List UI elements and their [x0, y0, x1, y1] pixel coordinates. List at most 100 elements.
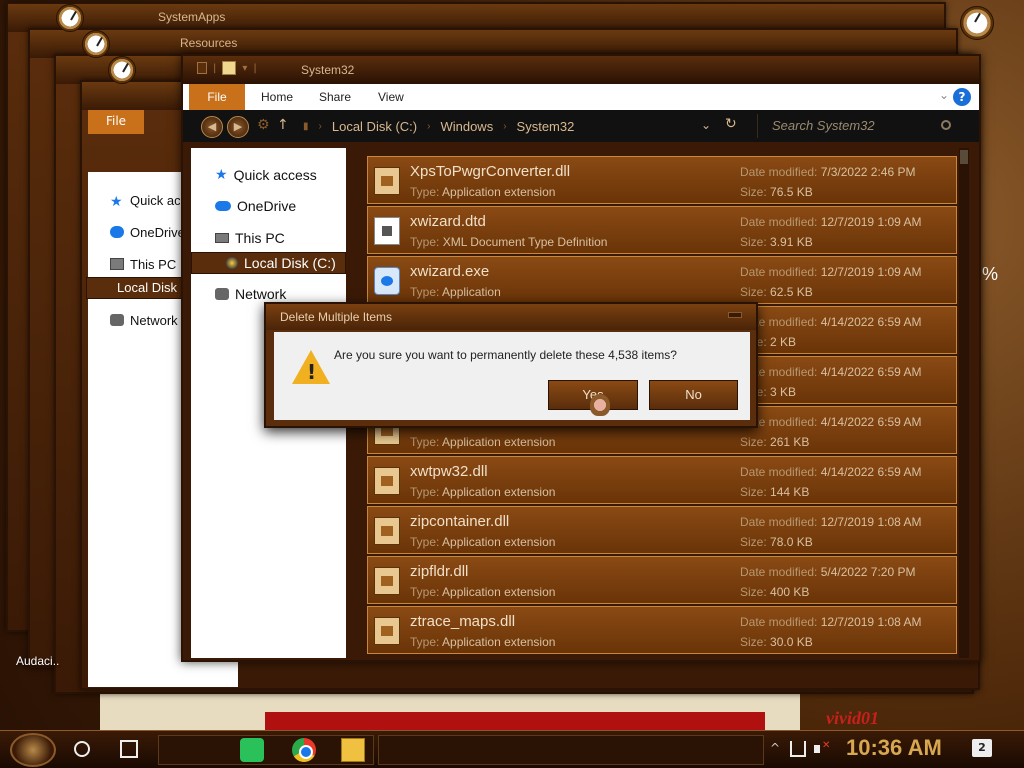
bg-nav-this-pc[interactable]: This PC [110, 257, 182, 272]
dll-file-icon [374, 517, 400, 545]
file-type: Type: Application [410, 285, 501, 299]
scrollbar[interactable] [959, 148, 969, 658]
window-title: System32 [301, 63, 355, 77]
file-row[interactable]: XpsToPwgrConverter.dll Type: Application … [367, 156, 957, 204]
volume-muted-icon[interactable] [814, 740, 830, 757]
disk-icon [226, 257, 238, 269]
network-icon [110, 314, 124, 326]
forward-button[interactable]: ▶ [227, 116, 249, 138]
delete-confirmation-dialog[interactable]: Delete Multiple Items ! Are you sure you… [264, 302, 758, 428]
dropdown-icon[interactable]: ▾ [242, 63, 247, 74]
properties-icon[interactable] [197, 62, 207, 74]
dll-file-icon [374, 567, 400, 595]
address-bar: ◀ ▶ ⚙ ↑ ▮ › Local Disk (C:) › Windows › … [183, 110, 979, 142]
folder-icon: ▮ [303, 120, 309, 132]
dll-file-icon [374, 167, 400, 195]
help-icon[interactable]: ? [953, 88, 971, 106]
sidebar-item-network[interactable]: Network [215, 286, 286, 302]
application-icon [374, 267, 400, 295]
pc-icon [215, 233, 229, 243]
gauge-icon [108, 56, 136, 84]
file-row[interactable]: xwizard.exe Type: Application Date modifie… [367, 256, 957, 304]
breadcrumb-windows[interactable]: Windows [440, 119, 493, 134]
bg-nav-network[interactable]: Network [110, 313, 182, 328]
start-button[interactable] [10, 733, 56, 767]
search-button[interactable] [74, 741, 90, 757]
close-icon[interactable] [728, 312, 742, 318]
desktop-wallpaper-stripe [265, 712, 765, 732]
document-file-icon [374, 217, 400, 245]
chevron-right-icon[interactable]: › [503, 121, 506, 132]
file-date: Date modified: 12/7/2019 1:09 AM [740, 265, 922, 279]
audacity-desktop-label[interactable]: Audaci.. [16, 654, 59, 668]
folder-icon[interactable] [222, 61, 237, 75]
desktop-percent-label: % [982, 264, 999, 284]
tab-share[interactable]: Share [319, 90, 351, 104]
file-size: Size: 400 KB [740, 585, 810, 599]
breadcrumb[interactable]: ▮ › Local Disk (C:) › Windows › System32 [303, 114, 723, 138]
gauge-icon [960, 6, 994, 40]
chevron-right-icon[interactable]: › [427, 121, 430, 132]
pc-icon [110, 258, 124, 270]
sidebar-item-local-disk[interactable]: Local Disk (C:) [191, 252, 346, 274]
sidebar-item-quick-access[interactable]: ★ Quick access [215, 166, 317, 183]
bg-nav-quick-access[interactable]: ★Quick access [110, 193, 180, 208]
file-date: Date modified: 7/3/2022 2:46 PM [740, 165, 916, 179]
task-view-button[interactable] [120, 740, 138, 758]
expand-ribbon-icon[interactable]: ⌄ [939, 88, 949, 102]
refresh-icon[interactable]: ↻ [725, 116, 737, 132]
recent-locations-icon[interactable]: ⚙ [257, 117, 270, 133]
file-date: Date modified: 4/14/2022 6:59 AM [740, 365, 922, 379]
tab-home[interactable]: Home [261, 90, 293, 104]
gauge-icon [56, 4, 84, 32]
taskbar: ^ 10:36 AM 2 [0, 730, 1024, 768]
sidebar-item-onedrive[interactable]: OneDrive [215, 198, 296, 214]
file-row[interactable]: xwizard.dtd Type: XML Document Type Defin… [367, 206, 957, 254]
file-name: xwtpw32.dll [410, 463, 488, 480]
chrome-icon[interactable] [292, 738, 316, 762]
separator-icon: | [253, 62, 257, 74]
gauge-icon [82, 30, 110, 58]
network-tray-icon[interactable] [790, 741, 806, 757]
file-explorer-icon[interactable] [341, 738, 365, 762]
chevron-down-icon[interactable]: ⌄ [701, 118, 711, 132]
file-tab[interactable]: File [189, 84, 245, 110]
file-date: Date modified: 5/4/2022 7:20 PM [740, 565, 916, 579]
up-arrow-icon[interactable]: ↑ [277, 117, 289, 133]
star-icon: ★ [215, 166, 228, 182]
clock[interactable]: 10:36 AM [846, 735, 942, 761]
chevron-right-icon: › [318, 120, 322, 132]
file-size: Size: 261 KB [740, 435, 810, 449]
search-input[interactable]: Search System32 [757, 114, 957, 138]
file-row[interactable]: xwtpw32.dll Type: Application extension Da… [367, 456, 957, 504]
file-date: Date modified: 12/7/2019 1:09 AM [740, 215, 922, 229]
back-button[interactable]: ◀ [201, 116, 223, 138]
taskbar-open-windows-area [378, 735, 764, 765]
chevron-up-icon[interactable]: ^ [770, 741, 780, 755]
file-type: Type: XML Document Type Definition [410, 235, 608, 249]
file-tab[interactable]: File [88, 110, 144, 134]
file-date: Date modified: 12/7/2019 1:08 AM [740, 515, 922, 529]
file-row[interactable]: ztrace_maps.dll Type: Application extensi… [367, 606, 957, 654]
tab-view[interactable]: View [378, 90, 404, 104]
title-bar[interactable]: | ▾ | System32 [183, 56, 979, 84]
sidebar-item-this-pc[interactable]: This PC [215, 230, 285, 246]
quick-access-toolbar: | ▾ | [197, 61, 257, 75]
bg-nav-onedrive[interactable]: OneDrive [110, 225, 182, 240]
no-button[interactable]: No [649, 380, 738, 410]
breadcrumb-local-disk[interactable]: Local Disk (C:) [332, 119, 417, 134]
notification-center-button[interactable]: 2 [972, 739, 992, 757]
network-icon [215, 288, 229, 300]
scrollbar-thumb[interactable] [960, 150, 968, 164]
bg-nav-local-disk[interactable]: Local Disk (C:) [86, 277, 182, 299]
breadcrumb-system32[interactable]: System32 [517, 119, 575, 134]
search-icon[interactable] [941, 120, 951, 130]
file-name: zipcontainer.dll [410, 513, 510, 530]
cloud-icon [215, 201, 231, 211]
sticky-notes-icon[interactable] [240, 738, 264, 762]
file-size: Size: 62.5 KB [740, 285, 813, 299]
file-row[interactable]: zipfldr.dll Type: Application extension Da… [367, 556, 957, 604]
file-row[interactable]: zipcontainer.dll Type: Application extens… [367, 506, 957, 554]
dialog-title: Delete Multiple Items [266, 304, 756, 330]
file-size: Size: 144 KB [740, 485, 810, 499]
